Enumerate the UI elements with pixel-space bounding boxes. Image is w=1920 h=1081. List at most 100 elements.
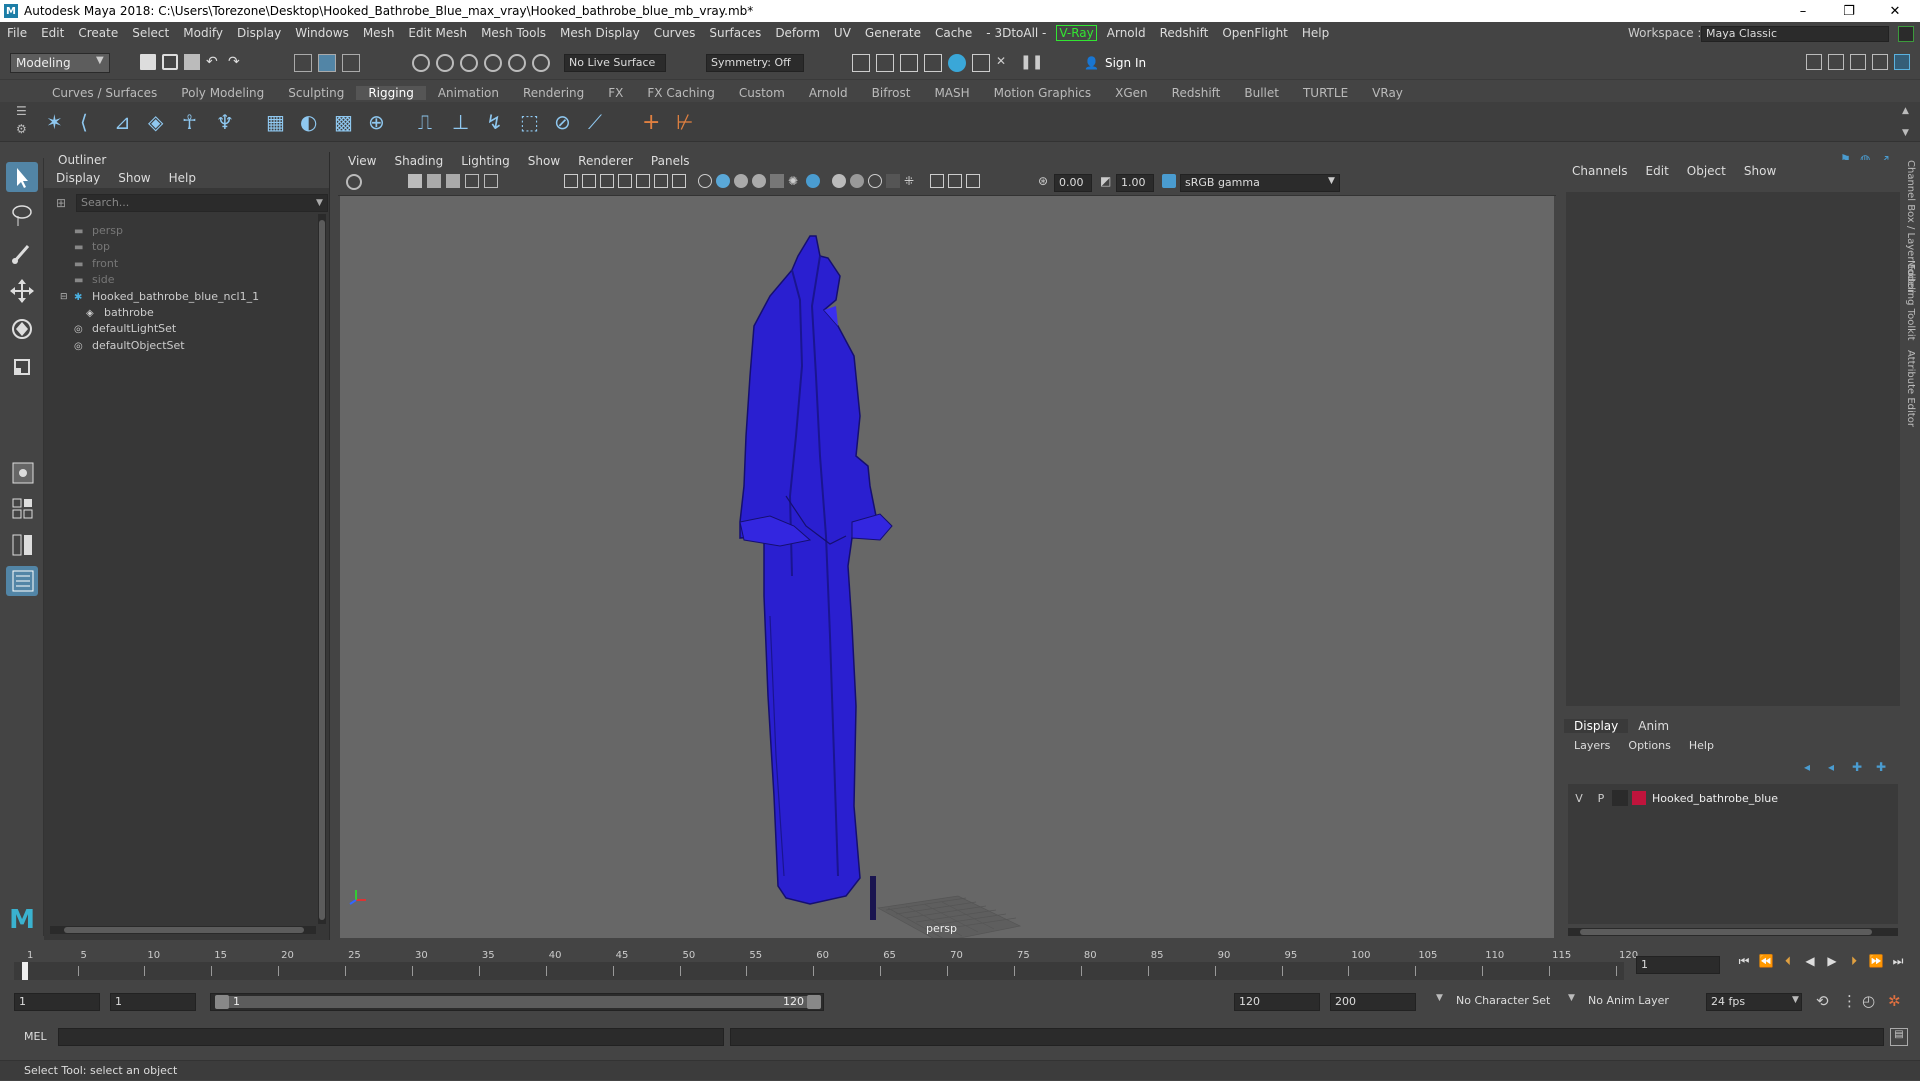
range-start-handle[interactable]	[215, 995, 229, 1009]
play-forward-icon[interactable]: ▶	[1824, 953, 1840, 969]
viewport-menu-item[interactable]: Lighting	[461, 154, 510, 168]
two-view-icon[interactable]	[6, 530, 38, 560]
menu-item[interactable]: Mesh Display	[553, 26, 647, 40]
move-tool-icon[interactable]	[6, 276, 38, 306]
layer-playback-toggle[interactable]: P	[1590, 792, 1612, 805]
shelf-tab[interactable]: Arnold	[797, 86, 860, 100]
scale-constraint-icon[interactable]: ⊘	[554, 110, 578, 134]
outliner-menu-item[interactable]: Display	[56, 171, 100, 185]
menu-item[interactable]: OpenFlight	[1215, 26, 1295, 40]
snap-view-icon[interactable]	[484, 54, 502, 72]
attribute-editor-icon[interactable]	[1850, 54, 1866, 70]
shelf-tab[interactable]: Animation	[426, 86, 511, 100]
shelf-scroll-up-icon[interactable]: ▲	[1902, 106, 1909, 116]
shelf-tab[interactable]: FX	[596, 86, 635, 100]
menu-item[interactable]: Arnold	[1100, 26, 1153, 40]
channel-box-menu-item[interactable]: Object	[1687, 164, 1726, 178]
layer-tab[interactable]: Display	[1564, 719, 1629, 733]
shelf-tab[interactable]: Bullet	[1232, 86, 1291, 100]
menu-item[interactable]: Surfaces	[702, 26, 768, 40]
humanik-icon[interactable]: ♆	[216, 110, 240, 134]
new-scene-icon[interactable]	[140, 54, 156, 70]
vray-render-icon[interactable]: ✕	[996, 54, 1014, 72]
viewport-menu-item[interactable]: Shading	[394, 154, 443, 168]
workspace-select[interactable]: Maya Classic	[1701, 26, 1889, 42]
ambient-occlusion-icon[interactable]: ✺	[788, 174, 802, 188]
render-settings-icon[interactable]	[924, 54, 942, 72]
outliner-scrollbar[interactable]	[318, 214, 326, 924]
outliner-hscrollbar[interactable]	[50, 926, 316, 934]
shelf-scroll-down-icon[interactable]: ▼	[1902, 128, 1909, 138]
fullscreen-icon[interactable]	[966, 174, 980, 188]
redo-icon[interactable]: ↷	[228, 54, 244, 70]
range-slider[interactable]: 1 120	[210, 993, 824, 1011]
channel-box-menu-item[interactable]: Channels	[1572, 164, 1628, 178]
new-layer-selected-icon[interactable]: ✚	[1876, 760, 1892, 774]
animation-end-field[interactable]: 200	[1330, 993, 1416, 1011]
menu-item[interactable]: Curves	[647, 26, 703, 40]
grease-pencil-icon[interactable]	[465, 174, 479, 188]
four-view-icon[interactable]	[6, 494, 38, 524]
character-set-dropdown-icon[interactable]: ▼	[1436, 993, 1443, 1003]
xray-components-icon[interactable]	[886, 174, 900, 188]
expand-toggle-icon[interactable]: ⊟	[60, 288, 68, 306]
xray-joints-icon[interactable]	[868, 174, 882, 188]
playback-end-field[interactable]: 120	[1234, 993, 1320, 1011]
grid-icon[interactable]	[564, 174, 578, 188]
menu-item[interactable]: Deform	[768, 26, 827, 40]
cluster-icon[interactable]: ⎍	[418, 110, 442, 134]
mirror-joint-icon[interactable]: ⊿	[114, 110, 138, 134]
select-object-icon[interactable]	[318, 54, 336, 72]
bookmark-icon[interactable]	[427, 174, 441, 188]
sound-icon[interactable]: ⋮	[1842, 992, 1857, 1010]
aim-constraint-icon[interactable]: ⟋	[588, 110, 612, 134]
undo-icon[interactable]: ↶	[206, 54, 222, 70]
shelf-tab[interactable]: Curves / Surfaces	[40, 86, 169, 100]
paint-select-tool-icon[interactable]	[6, 238, 38, 268]
viewport-menu-item[interactable]: View	[348, 154, 376, 168]
play-backward-icon[interactable]: ◀	[1802, 953, 1818, 969]
menu-item[interactable]: Select	[125, 26, 176, 40]
gamma-field[interactable]: 1.00	[1116, 174, 1154, 192]
select-tool-icon[interactable]	[6, 162, 38, 192]
lights-icon[interactable]	[752, 174, 766, 188]
menu-item[interactable]: Edit Mesh	[401, 26, 474, 40]
orient-constraint-icon[interactable]: ⬚	[520, 110, 544, 134]
layer-menu-item[interactable]: Layers	[1574, 739, 1610, 752]
outliner-row[interactable]: ◎ defaultLightSet	[74, 320, 176, 338]
mel-label[interactable]: MEL	[24, 1030, 47, 1043]
layer-visibility-toggle[interactable]: V	[1568, 792, 1590, 805]
camera-attributes-icon[interactable]	[408, 174, 422, 188]
select-hierarchy-icon[interactable]	[294, 54, 312, 72]
close-button[interactable]: ✕	[1872, 0, 1918, 22]
outliner-row[interactable]: ▬ side	[74, 271, 115, 289]
lock-icon[interactable]	[1898, 26, 1914, 42]
layer-menu-item[interactable]: Help	[1689, 739, 1714, 752]
paint-weights-icon[interactable]: ◐	[300, 110, 324, 134]
move-layer-up-icon[interactable]: ◂	[1804, 760, 1820, 774]
parent-constraint-icon[interactable]: ⊥	[452, 110, 476, 134]
channel-box-menu-item[interactable]: Edit	[1646, 164, 1669, 178]
fps-select[interactable]: 24 fps	[1706, 993, 1802, 1011]
step-forward-frame-icon[interactable]: ⏵	[1846, 953, 1862, 969]
render-frame-icon[interactable]	[876, 54, 894, 72]
xray-icon[interactable]	[850, 174, 864, 188]
move-layer-down-icon[interactable]: ◂	[1828, 760, 1844, 774]
outliner-row[interactable]: ▬ front	[74, 255, 118, 273]
shelf-menu-icon[interactable]: ☰	[16, 104, 27, 118]
outliner-menu-item[interactable]: Show	[118, 171, 150, 185]
render-view-icon[interactable]	[852, 54, 870, 72]
exposure-field[interactable]: 0.00	[1054, 174, 1092, 192]
shelf-tab[interactable]: Redshift	[1160, 86, 1233, 100]
layer-color-swatch[interactable]	[1632, 791, 1646, 805]
channel-box-menu-item[interactable]: Show	[1744, 164, 1776, 178]
insert-joint-icon[interactable]: ⟨	[80, 110, 104, 134]
outliner-row[interactable]: ◈ bathrobe	[86, 304, 154, 322]
shelf-tab[interactable]: Rigging	[356, 86, 426, 100]
menu-item[interactable]: Edit	[34, 26, 71, 40]
character-set-select[interactable]: No Character Set	[1452, 993, 1564, 1011]
go-to-end-icon[interactable]: ⏭	[1890, 953, 1906, 969]
outliner-search-input[interactable]: Search...	[76, 194, 328, 212]
character-controls-icon[interactable]	[1828, 54, 1844, 70]
menu-item[interactable]: Create	[71, 26, 125, 40]
